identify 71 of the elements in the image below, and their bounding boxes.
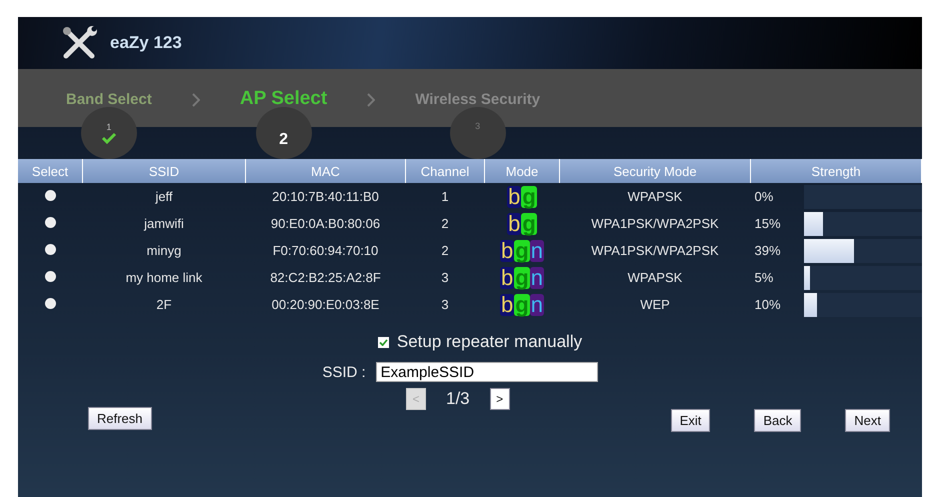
mode-letter: n (530, 240, 544, 262)
tools-icon (60, 26, 100, 60)
table-cell-text: 3 (440, 296, 450, 314)
table-cell-text: WPA1PSK/WPA2PSK (590, 242, 720, 260)
mode-letter: g (514, 294, 530, 316)
strength-value: 5% (754, 270, 774, 285)
step-label: AP Select (240, 88, 328, 109)
table-cell-text: 2 (440, 215, 450, 233)
table-cell-text: WPAPSK (626, 269, 684, 287)
strength-value: 10% (754, 297, 782, 312)
step-label: Wireless Security (415, 91, 540, 109)
table-cell-text: jamwifi (142, 215, 185, 233)
check-icon (100, 132, 117, 144)
column-header: Select (18, 159, 82, 183)
step-number: 2 (279, 131, 288, 149)
radio-button[interactable] (44, 271, 56, 282)
page-indicator: 1/3 (446, 389, 470, 409)
radio-button[interactable] (44, 298, 56, 309)
next-page-button[interactable]: > (490, 388, 510, 410)
strength-value: 15% (754, 216, 782, 231)
mode-letter: b (507, 212, 522, 234)
table-cell-text: 90:E0:0A:B0:80:06 (270, 215, 382, 233)
column-header: MAC (246, 159, 406, 183)
radio-button[interactable] (44, 244, 56, 255)
table-cell: 1 (406, 183, 484, 210)
column-header: SSID (82, 159, 246, 183)
column-header: Security Mode (560, 159, 750, 183)
table-cell-text: 82:C2:B2:25:A2:8F (269, 269, 382, 287)
mode-letter: g (514, 266, 530, 288)
step-number: 1 (106, 122, 112, 132)
mode-letter: b (500, 240, 514, 262)
mode-letter: b (500, 266, 514, 288)
mode-letter: n (530, 294, 544, 316)
app-title: eaZy 123 (110, 33, 182, 53)
exit-button[interactable]: Exit (670, 409, 710, 432)
mode-letter: b (507, 186, 522, 208)
checkbox-label: Setup repeater manually (396, 332, 582, 352)
ssid-input-field[interactable]: ExampleSSID (376, 362, 598, 382)
mode-letter: b (500, 294, 514, 316)
table-cell-text: WEP (639, 296, 671, 314)
table-cell: jeff (82, 183, 246, 210)
radio-button[interactable] (44, 190, 56, 201)
chevron-icon (192, 93, 200, 107)
table-cell: 20:10:7B:40:11:B0 (246, 183, 406, 210)
table-cell-text: WPA1PSK/WPA2PSK (590, 215, 720, 233)
mode-letter: g (521, 212, 537, 234)
table-cell-text: 2F (155, 296, 173, 314)
refresh-button[interactable]: Refresh (88, 407, 152, 430)
step-number: 3 (475, 121, 480, 131)
step-label: Band Select (66, 91, 152, 109)
mode-letter: n (530, 266, 544, 288)
mode-letter: g (521, 186, 537, 208)
field-label: SSID : (322, 364, 366, 380)
table-cell: WPAPSK (560, 183, 750, 210)
radio-button[interactable] (44, 217, 56, 228)
table-cell-text: F0:70:60:94:70:10 (272, 242, 380, 260)
table-cell-text: minyg (146, 242, 182, 260)
column-header: Mode (484, 159, 560, 183)
strength-value: 39% (754, 243, 782, 258)
next-button[interactable]: Next (845, 409, 890, 432)
table-cell-text: my home link (124, 269, 204, 287)
checkbox[interactable] (378, 336, 389, 348)
strength-value: 0% (754, 189, 774, 204)
table-cell-text: 3 (440, 269, 450, 287)
back-button[interactable]: Back (754, 409, 802, 432)
mode-letter: g (514, 240, 530, 262)
table-cell-text: 2 (440, 242, 450, 260)
table-cell-text: 00:20:90:E0:03:8E (270, 296, 380, 314)
column-header: Strength (750, 159, 922, 183)
column-header: Channel (406, 159, 484, 183)
chevron-icon (367, 93, 376, 107)
